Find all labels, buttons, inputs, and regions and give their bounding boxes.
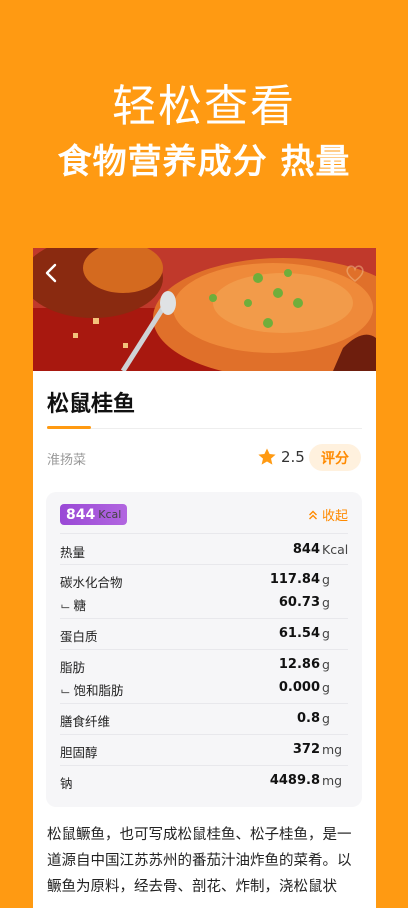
nutrient-unit: g	[322, 657, 330, 672]
collapse-label: 收起	[321, 509, 348, 524]
nutrient-row-protein: 蛋白质 61.54 g	[60, 626, 348, 648]
nutrient-label: 钠	[60, 776, 73, 791]
rating-display: 2.5	[257, 444, 305, 470]
nutrient-value: 61.54	[278, 626, 320, 641]
title-divider	[47, 428, 362, 429]
nutrient-label: 饱和脂肪	[73, 683, 124, 698]
nutrient-value: 12.86	[278, 657, 320, 672]
nutrient-unit: g	[322, 572, 330, 587]
kcal-unit: Kcal	[98, 508, 122, 521]
cuisine-label: 淮扬菜	[47, 453, 87, 468]
nutrient-unit: mg	[322, 773, 343, 788]
promo-title-line1: 轻松查看	[112, 81, 296, 132]
row-divider	[60, 765, 348, 766]
nutrient-value: 372	[292, 742, 320, 757]
sub-item-marker: ⌙	[60, 598, 71, 613]
nutrient-unit: g	[322, 626, 330, 641]
row-divider	[60, 734, 348, 735]
back-button[interactable]	[39, 260, 65, 286]
rate-button[interactable]: 评分	[309, 444, 361, 471]
collapse-button[interactable]: 收起	[307, 504, 348, 525]
star-icon	[258, 448, 276, 465]
chevron-left-icon	[45, 263, 57, 283]
nutrient-row-cholesterol: 胆固醇 372 mg	[60, 742, 348, 764]
chevron-double-up-icon	[308, 510, 317, 519]
kcal-value: 844	[66, 506, 96, 523]
nutrient-value: 117.84	[269, 572, 320, 587]
row-divider	[60, 618, 348, 619]
nutrient-value: 0.000	[278, 680, 320, 695]
row-divider	[60, 533, 348, 534]
nutrient-row-saturated-fat: ⌙ 饱和脂肪 0.000 g	[60, 680, 348, 702]
nutrient-label: 脂肪	[60, 660, 86, 675]
nutrient-label: 胆固醇	[60, 745, 98, 760]
dish-title: 松鼠桂鱼	[47, 392, 136, 417]
nutrient-unit: g	[322, 711, 330, 726]
nutrient-value: 0.8	[296, 711, 320, 726]
nutrient-row-fiber: 膳食纤维 0.8 g	[60, 711, 348, 733]
nutrient-value: 60.73	[278, 595, 320, 610]
sub-item-marker: ⌙	[60, 683, 71, 698]
nutrient-row-fat: 脂肪 12.86 g	[60, 657, 348, 679]
nutrient-unit: g	[322, 680, 330, 695]
nutrient-value: 4489.8	[269, 773, 320, 788]
row-divider	[60, 564, 348, 565]
dish-card: 松鼠桂鱼 淮扬菜 2.5 评分 844 Kcal 收起 热量 844 Kcal …	[33, 248, 376, 908]
promo-title-line2: 食物营养成分 热量	[57, 142, 351, 182]
dish-description: 松鼠鳜鱼，也可写成松鼠桂鱼、松子桂鱼，是一道源自中国江苏苏州的番茄汁油炸鱼的菜肴…	[47, 827, 352, 895]
nutrient-label: 热量	[60, 545, 86, 560]
nutrient-unit: Kcal	[322, 542, 349, 557]
dish-photo	[33, 248, 376, 371]
nutrient-label: 蛋白质	[60, 629, 98, 644]
nutrient-label: 膳食纤维	[60, 714, 111, 729]
kcal-badge: 844 Kcal	[60, 504, 128, 525]
nutrient-row-sugar: ⌙ 糖 60.73 g	[60, 595, 348, 617]
nutrient-unit: g	[322, 595, 330, 610]
nutrient-value: 844	[292, 542, 320, 557]
nutrition-panel: 844 Kcal 收起 热量 844 Kcal 碳水化合物 117.84 g ⌙…	[46, 492, 362, 807]
favorite-button[interactable]	[342, 260, 368, 286]
nutrient-row-calories: 热量 844 Kcal	[60, 540, 348, 562]
nutrient-row-carbs: 碳水化合物 117.84 g	[60, 572, 348, 594]
title-underline	[47, 426, 91, 429]
heart-icon	[346, 265, 364, 283]
nutrient-label: 糖	[73, 598, 86, 613]
rating-value: 2.5	[281, 448, 305, 466]
row-divider	[60, 649, 348, 650]
nutrient-label: 碳水化合物	[60, 575, 123, 590]
nutrient-row-sodium: 钠 4489.8 mg	[60, 773, 348, 795]
nutrient-unit: mg	[322, 742, 343, 757]
row-divider	[60, 703, 348, 704]
